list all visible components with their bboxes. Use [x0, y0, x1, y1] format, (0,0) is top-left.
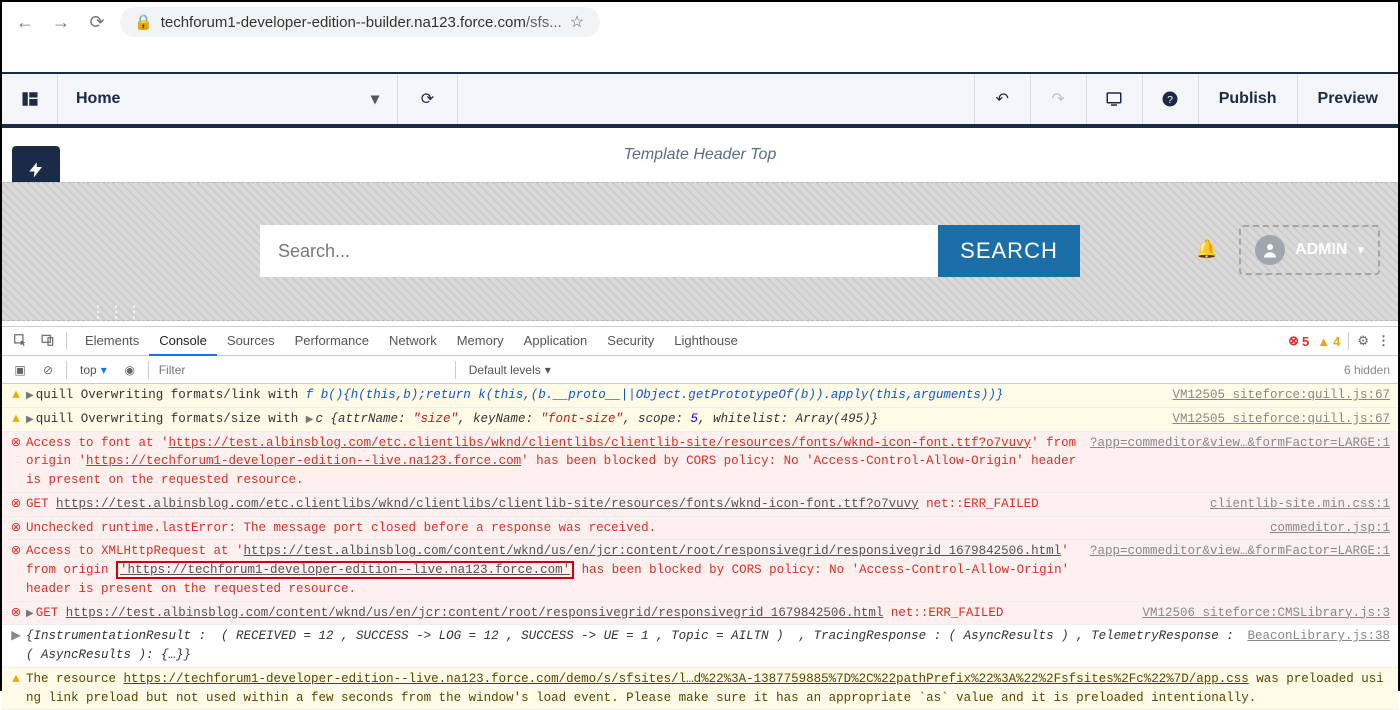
device-toggle-icon[interactable]	[38, 333, 58, 350]
desktop-view-icon[interactable]	[1087, 74, 1143, 124]
address-bar[interactable]: 🔒 techforum1-developer-edition--builder.…	[120, 7, 600, 37]
builder-canvas: Template Header Top Search... SEARCH 🔔 A…	[2, 128, 1398, 326]
url-host: techforum1-developer-edition--builder.na…	[161, 14, 526, 31]
svg-text:?: ?	[1167, 94, 1173, 106]
help-icon[interactable]: ?	[1143, 74, 1199, 124]
chevron-down-icon: ▾	[545, 363, 551, 377]
lock-icon: 🔒	[134, 13, 153, 31]
chevron-down-icon: ▾	[371, 89, 379, 109]
avatar-icon	[1255, 235, 1285, 265]
devtools-tab-network[interactable]: Network	[379, 326, 447, 356]
console-source-link[interactable]: VM12505 siteforce:quill.js:67	[1162, 386, 1390, 405]
devtools-menu-icon[interactable]: ⋮	[1377, 333, 1390, 349]
clear-console-icon[interactable]: ⊘	[38, 363, 58, 377]
console-row: ▲▶quill Overwriting formats/size with ▶c…	[2, 408, 1398, 432]
console-row: ▲The resource https://techforum1-develop…	[2, 668, 1398, 710]
layout-icon[interactable]	[2, 74, 58, 124]
console-sidebar-toggle-icon[interactable]: ▣	[10, 363, 30, 377]
publish-button[interactable]: Publish	[1199, 74, 1298, 124]
user-menu-label: ADMIN	[1295, 241, 1347, 259]
console-source-link[interactable]: commeditor.jsp:1	[1260, 519, 1390, 538]
url-path: /sfs...	[526, 14, 562, 31]
devtools-tab-memory[interactable]: Memory	[447, 326, 514, 356]
log-level-selector[interactable]: Default levels ▾	[464, 362, 556, 378]
preview-button[interactable]: Preview	[1298, 74, 1398, 124]
console-source-link[interactable]: clientlib-site.min.css:1	[1200, 495, 1390, 514]
search-group: Search... SEARCH	[260, 225, 1080, 277]
template-header-region[interactable]: Search... SEARCH 🔔 ADMIN ▾ ⋮⋮⋮	[2, 182, 1398, 321]
template-header-label: Template Header Top	[2, 128, 1398, 182]
console-output[interactable]: ▲▶quill Overwriting formats/link with f …	[2, 384, 1398, 710]
console-source-link[interactable]: ?app=commeditor&view…&formFactor=LARGE:1	[1080, 434, 1390, 490]
hidden-count: 6 hidden	[1344, 363, 1390, 377]
console-filter-input[interactable]	[157, 362, 447, 378]
forward-icon[interactable]: →	[48, 12, 74, 33]
devtools-tab-console[interactable]: Console	[149, 326, 217, 356]
inspect-element-icon[interactable]	[10, 333, 30, 350]
devtools-tab-security[interactable]: Security	[597, 326, 664, 356]
devtools-tabbar: ElementsConsoleSourcesPerformanceNetwork…	[2, 326, 1398, 356]
undo-icon[interactable]: ↶	[975, 74, 1031, 124]
search-input[interactable]: Search...	[260, 225, 938, 277]
user-menu[interactable]: ADMIN ▾	[1239, 225, 1380, 275]
back-icon[interactable]: ←	[12, 12, 38, 33]
console-source-link[interactable]: VM12505 siteforce:quill.js:67	[1162, 410, 1390, 429]
error-count[interactable]: ⊗5	[1288, 333, 1309, 349]
live-expression-icon[interactable]: ◉	[120, 363, 140, 377]
devtools-tab-application[interactable]: Application	[514, 326, 598, 356]
console-source-link[interactable]: BeaconLibrary.js:38	[1237, 627, 1390, 665]
console-source-link[interactable]: VM12506 siteforce:CMSLibrary.js:3	[1132, 604, 1390, 623]
redo-icon[interactable]: ↷	[1031, 74, 1087, 124]
devtools-tab-performance[interactable]: Performance	[285, 326, 379, 356]
console-row: ⊗GET https://test.albinsblog.com/etc.cli…	[2, 493, 1398, 517]
console-row: ⊗Unchecked runtime.lastError: The messag…	[2, 517, 1398, 541]
drag-handle-icon[interactable]: ⋮⋮⋮	[90, 302, 144, 322]
console-row: ▲▶quill Overwriting formats/link with f …	[2, 384, 1398, 408]
warning-count[interactable]: ▲4	[1317, 334, 1340, 349]
search-placeholder: Search...	[278, 241, 350, 262]
builder-toolbar: Home ▾ ⟳ ↶ ↷ ? Publish Preview	[2, 72, 1398, 128]
search-button[interactable]: SEARCH	[938, 225, 1080, 277]
console-filter-bar: ▣ ⊘ top ▾ ◉ Default levels ▾ 6 hidden	[2, 356, 1398, 384]
console-source-link[interactable]: ?app=commeditor&view…&formFactor=LARGE:1	[1080, 542, 1390, 598]
reload-icon[interactable]: ⟳	[84, 12, 110, 33]
chevron-down-icon: ▾	[101, 363, 107, 377]
console-row: ⊗▶GET https://test.albinsblog.com/conten…	[2, 602, 1398, 626]
page-selector[interactable]: Home ▾	[58, 74, 398, 124]
devtools-settings-icon[interactable]: ⚙	[1357, 333, 1369, 349]
refresh-page-icon[interactable]: ⟳	[398, 74, 458, 124]
bookmark-star-icon[interactable]: ☆	[570, 12, 584, 32]
console-row: ▶{InstrumentationResult : ( RECEIVED = 1…	[2, 625, 1398, 668]
devtools-tab-sources[interactable]: Sources	[217, 326, 285, 356]
browser-chrome: ← → ⟳ 🔒 techforum1-developer-edition--bu…	[2, 2, 1398, 42]
console-row: ⊗Access to XMLHttpRequest at 'https://te…	[2, 540, 1398, 601]
chevron-down-icon: ▾	[1357, 242, 1364, 258]
devtools-tab-lighthouse[interactable]: Lighthouse	[664, 326, 748, 356]
notification-bell-icon[interactable]: 🔔	[1196, 239, 1218, 260]
context-selector[interactable]: top ▾	[75, 362, 112, 378]
devtools-tab-elements[interactable]: Elements	[75, 326, 149, 356]
page-selector-label: Home	[76, 90, 120, 108]
console-row: ⊗Access to font at 'https://test.albinsb…	[2, 432, 1398, 493]
